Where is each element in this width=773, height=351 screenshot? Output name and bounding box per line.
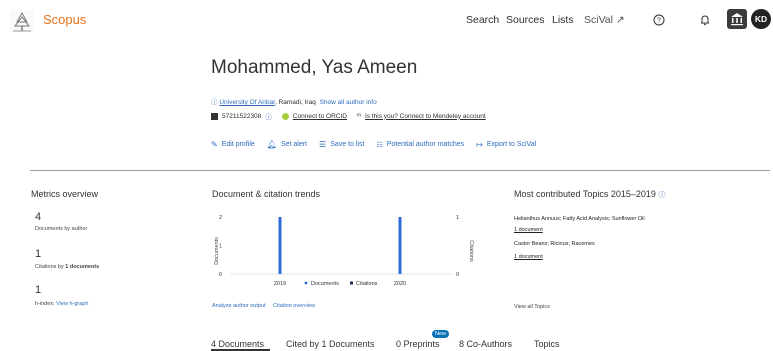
- legend-citations-label: Citations: [356, 281, 378, 287]
- scopus-brand[interactable]: Scopus: [43, 12, 86, 27]
- author-name: Mohammed, Yas Ameen: [211, 57, 418, 78]
- bell-alert-icon: 🔔︎: [266, 140, 277, 149]
- metrics-overview-title: Metrics overview: [31, 189, 99, 199]
- institution-icon[interactable]: [727, 9, 747, 29]
- legend-citations-marker: [350, 281, 353, 285]
- bell-icon[interactable]: [694, 9, 716, 31]
- citations-count: 1: [35, 248, 42, 260]
- citations-label: Citations by 1 documents: [35, 264, 99, 270]
- pencil-icon: ✎: [211, 140, 218, 149]
- topics-title-text: Most contributed Topics 2015–2019: [514, 189, 656, 199]
- edit-profile-button[interactable]: Edit profile: [222, 141, 255, 148]
- export-icon: ↦: [476, 140, 483, 149]
- export-to-scival-button[interactable]: Export to SciVal: [487, 141, 536, 148]
- author-id-row: 57211522308 ⓘ Connect to ORCID ᵐ Is this…: [211, 111, 486, 121]
- help-icon[interactable]: ?: [648, 9, 670, 31]
- orcid-icon: [281, 112, 289, 120]
- trends-chart-svg: Documents Citations 2 1 0 1 0 2019 2020 Documen…: [214, 215, 474, 287]
- view-all-topics-link[interactable]: View all Topics: [514, 304, 550, 310]
- institution-link[interactable]: University Of Anbar: [219, 99, 275, 106]
- tab-cited-by[interactable]: Cited by 1 Documents: [286, 339, 375, 349]
- location-pin-icon: ⓘ: [211, 99, 218, 106]
- y-tick-left: 0: [219, 272, 222, 278]
- top-navigation-bar: Scopus Search Sources Lists SciVal ↗ ? K…: [0, 0, 773, 44]
- topic-item-2-count[interactable]: 1 document: [514, 254, 543, 260]
- svg-text:?: ?: [657, 18, 661, 25]
- y-axis-label-documents: Documents: [214, 237, 220, 265]
- y-tick-left: 2: [219, 215, 222, 221]
- y-tick-right: 0: [456, 272, 459, 278]
- connect-orcid-link[interactable]: Connect to ORCID: [293, 113, 347, 120]
- affiliation-row: ⓘ University Of Anbar, Ramadi, Iraq Show…: [211, 96, 377, 106]
- h-index-value: 1: [35, 284, 42, 296]
- view-h-graph-link[interactable]: View h-graph: [56, 301, 88, 307]
- show-all-author-info-link[interactable]: Show all author info: [320, 99, 377, 106]
- connect-mendeley-link[interactable]: Is this you? Connect to Mendeley account: [365, 113, 486, 120]
- topic-item-1-label: Helianthus Annuus; Fatty Acid Analysis; …: [514, 216, 645, 222]
- x-tick-2020: 2020: [394, 281, 406, 287]
- info-icon[interactable]: ⓘ: [265, 111, 272, 121]
- trends-chart: Documents Citations 2 1 0 1 0 2019 2020 Documen…: [205, 205, 475, 298]
- topics-info-icon[interactable]: ⓘ: [658, 192, 665, 199]
- y-tick-left: 1: [219, 244, 222, 250]
- tab-documents[interactable]: 4 Documents: [211, 339, 264, 349]
- topic-item-1-count[interactable]: 1 document: [514, 227, 543, 233]
- h-index-label: h-index:: [35, 301, 55, 307]
- user-avatar[interactable]: KD: [751, 9, 771, 29]
- x-tick-2019: 2019: [274, 281, 286, 287]
- save-to-list-button[interactable]: Save to list: [330, 141, 364, 148]
- topics-title: Most contributed Topics 2015–2019 ⓘ: [514, 189, 665, 200]
- y-tick-right: 1: [456, 215, 459, 221]
- tab-preprints[interactable]: 0 Preprints: [396, 339, 440, 349]
- new-badge: New: [432, 330, 450, 338]
- set-alert-button[interactable]: Set alert: [281, 141, 307, 148]
- mendeley-icon: ᵐ: [356, 112, 361, 120]
- citations-label-text: Citations by: [35, 264, 66, 270]
- h-index-row: h-index: View h-graph: [35, 301, 88, 307]
- tab-co-authors[interactable]: 8 Co-Authors: [459, 339, 512, 349]
- nav-sources[interactable]: Sources: [506, 14, 545, 26]
- id-card-icon: [211, 112, 218, 120]
- bar-documents-2020: [398, 217, 402, 274]
- author-id: 57211522308: [222, 112, 262, 120]
- analyze-author-output-link[interactable]: Analyze author output: [212, 303, 266, 309]
- elsevier-logo-icon[interactable]: [10, 10, 34, 32]
- documents-label: Documents by author: [35, 226, 88, 232]
- author-actions: ✎ Edit profile 🔔︎ Set alert ☰ Save to li…: [211, 140, 536, 149]
- potential-author-matches-button[interactable]: Potential author matches: [387, 141, 464, 148]
- legend-documents-marker: [304, 281, 308, 285]
- citation-overview-link[interactable]: Citation overview: [273, 303, 315, 309]
- legend-documents-label: Documents: [311, 281, 339, 287]
- nav-scival[interactable]: SciVal ↗: [584, 14, 625, 26]
- list-icon: ☰: [319, 140, 327, 149]
- citations-docs[interactable]: 1 documents: [65, 264, 99, 270]
- trends-links: Analyze author output Citation overview: [212, 303, 315, 309]
- y-axis-label-citations: Citations: [468, 240, 474, 262]
- people-icon: ☷: [376, 141, 383, 149]
- section-divider: [30, 170, 770, 171]
- nav-lists[interactable]: Lists: [552, 14, 574, 26]
- documents-count: 4: [35, 211, 42, 223]
- location-text: , Ramadi, Iraq: [274, 99, 316, 106]
- topic-item-2-label: Castor Beans; Ricinus; Racemes: [514, 241, 595, 247]
- trends-title: Document & citation trends: [212, 189, 321, 199]
- tab-topics[interactable]: Topics: [534, 339, 560, 349]
- nav-search[interactable]: Search: [466, 14, 499, 26]
- bar-documents-2019: [278, 217, 282, 274]
